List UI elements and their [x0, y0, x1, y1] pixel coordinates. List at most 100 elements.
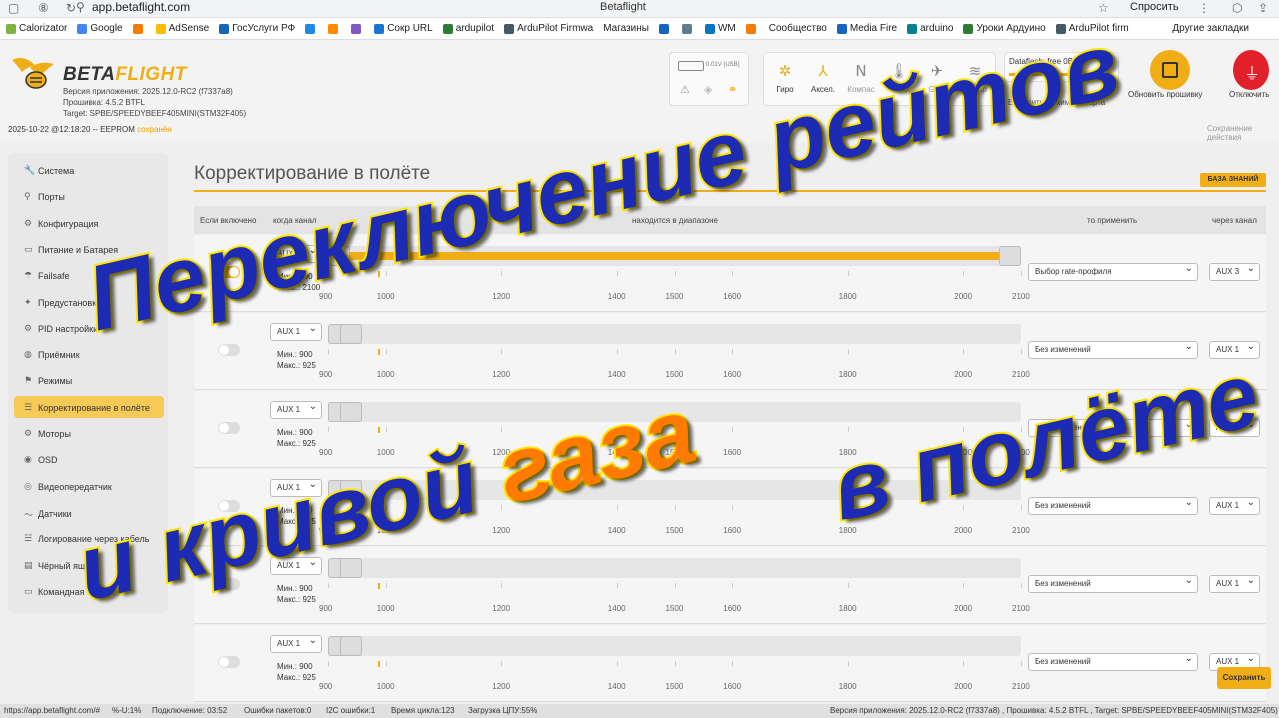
range-handle-max[interactable] [340, 636, 362, 656]
sidebar-item-parachute[interactable]: ☂ Failsafe [24, 271, 70, 281]
bookmark-item[interactable] [745, 23, 759, 34]
sidebar-item-receiver[interactable]: ◍ Приёмник [24, 350, 80, 360]
bookmark-item[interactable] [351, 23, 364, 34]
bookmark-favicon-icon [442, 23, 453, 34]
scale-tick-mark [963, 583, 965, 588]
link-icon: ⚭ [728, 83, 738, 96]
sidebar-item-label: Корректирование в полёте [38, 402, 150, 413]
range-max: Макс.: 925 [277, 673, 316, 682]
bookmark-item[interactable] [681, 23, 695, 34]
enable-toggle[interactable] [218, 344, 240, 356]
extensions-icon[interactable]: ⬡ [1232, 1, 1242, 15]
save-button[interactable]: Сохранить [1217, 667, 1271, 689]
bookmark-item[interactable]: arduino [907, 23, 953, 34]
channel-position-marker [377, 583, 380, 589]
bookmark-item[interactable]: Calorizator [6, 23, 67, 34]
range-handle-max[interactable] [999, 246, 1021, 266]
toggle-knob [219, 345, 229, 355]
channel-select[interactable]: AUX 1 [270, 633, 322, 653]
bookmark-label: Магазины [603, 23, 649, 34]
bookmark-label: Сообщество [768, 23, 827, 34]
scale-tick-label: 1600 [723, 292, 742, 301]
sidebar-item-wrench[interactable]: 🔧 Система [24, 166, 74, 176]
range-handle-max[interactable] [340, 324, 362, 344]
gyro-icon: ✲ [778, 62, 792, 80]
range-handle-max[interactable] [340, 402, 362, 422]
bookmark-item[interactable]: ArduPilot Firmwa [504, 23, 593, 34]
bookmark-label: ArduPilot Firmwa [517, 23, 594, 34]
sidebar-item-vtx[interactable]: ◎ Видеопередатчик [24, 482, 112, 492]
back-icon[interactable]: ⑧ [38, 1, 49, 15]
update-firmware-label: Обновить прошивку [1128, 90, 1203, 99]
bookmark-favicon-icon [681, 23, 692, 34]
via-channel-select[interactable]: AUX 3 [1209, 261, 1260, 281]
sidebar-item-modes[interactable]: ⚑ Режимы [24, 376, 72, 386]
bookmark-item[interactable] [305, 23, 318, 34]
sidebar-item-label: Моторы [38, 429, 71, 439]
via-channel-select[interactable]: AUX 1 [1209, 573, 1260, 593]
bookmark-item[interactable]: Google [77, 23, 123, 34]
adjustment-function-select[interactable]: Без изменений [1028, 339, 1198, 359]
bookmark-item[interactable]: AdSense [155, 23, 209, 34]
scale-tick-mark [732, 271, 734, 276]
bookmark-favicon-icon [963, 23, 974, 34]
scale-tick-label: 1600 [723, 526, 742, 535]
reload-icon[interactable]: ↻ [66, 1, 76, 15]
bookmark-item[interactable] [132, 23, 146, 34]
scale-tick-label: 1200 [492, 604, 511, 613]
scale-tick-mark [674, 583, 676, 588]
range-slider[interactable] [328, 636, 1021, 656]
adjustment-function-select[interactable]: Без изменений [1028, 573, 1198, 593]
scale-tick-mark [732, 661, 734, 666]
range-slider[interactable] [328, 324, 1021, 344]
ask-button[interactable]: Спросить [1130, 0, 1179, 14]
scale-tick-label: 1500 [665, 604, 684, 613]
scale-tick-mark [385, 661, 387, 666]
wiki-button[interactable]: БАЗА ЗНАНИЙ [1200, 173, 1266, 187]
presets-icon: ✦ [24, 297, 32, 308]
bookmark-label: Сокр URL [387, 23, 433, 34]
bookmark-item[interactable]: ardupilot [442, 23, 494, 34]
bookmark-favicon-icon [219, 23, 230, 34]
channel-select[interactable]: AUX 1 [270, 399, 322, 419]
menu-dots-icon[interactable]: ⋮ [1198, 1, 1210, 15]
bookmark-item[interactable]: Магазины [603, 23, 649, 34]
eeprom-status: 2025-10-22 @12:18:20 -- EEPROM сохранён [8, 125, 172, 134]
disconnect-button[interactable]: ⏚ [1233, 50, 1269, 90]
sidebar-item-pid[interactable]: ⚙ PID настройки [24, 324, 98, 334]
channel-select[interactable]: AUX 1 [270, 321, 322, 341]
bookmark-favicon-icon [305, 23, 316, 34]
bookmark-item[interactable] [658, 23, 672, 34]
sidebar-item-motor[interactable]: ⚙ Моторы [24, 429, 71, 439]
enable-toggle[interactable] [218, 422, 240, 434]
sidebar-item-plug[interactable]: ⚲ Порты [24, 192, 65, 202]
sidebar-item-osd[interactable]: ◉ OSD [24, 455, 58, 465]
via-channel-select[interactable]: AUX 1 [1209, 495, 1260, 515]
other-bookmarks[interactable]: Другие закладки [1172, 23, 1249, 34]
sidebar-item-sensors[interactable]: 〜 Датчики [24, 508, 72, 521]
app-window: ▢ ⑧ ↻ ⚲ app.betaflight.com Betaflight ☆ … [0, 0, 1279, 718]
bookmark-item[interactable]: Media Fire [836, 23, 897, 34]
adjustment-function-select[interactable]: Выбор rate-профиля [1028, 261, 1198, 281]
bookmark-favicon-icon [836, 23, 847, 34]
bookmark-label: Calorizator [19, 23, 68, 34]
bookmark-item[interactable]: WM [704, 23, 736, 34]
scale-tick-label: 2000 [954, 604, 973, 613]
sensors-icon: 〜 [24, 510, 34, 521]
adjustment-function-select[interactable]: Без изменений [1028, 651, 1198, 671]
adjustment-function-select[interactable]: Без изменений [1028, 495, 1198, 515]
address-bar[interactable]: app.betaflight.com [92, 0, 1012, 14]
sidebar-item-sliders[interactable]: ☰ Корректирование в полёте [24, 403, 150, 413]
share-icon[interactable]: ⇪ [1258, 1, 1268, 15]
site-info-icon[interactable]: ⚲ [76, 0, 85, 14]
update-firmware-button[interactable] [1150, 50, 1190, 90]
range-slider[interactable] [328, 558, 1021, 578]
bookmark-item[interactable]: ГосУслуги РФ [219, 23, 295, 34]
sidebar-item-gear[interactable]: ⚙ Конфигурация [24, 219, 98, 229]
bookmark-item[interactable]: Сообщество [769, 23, 827, 34]
enable-toggle[interactable] [218, 656, 240, 668]
tabs-icon[interactable]: ▢ [8, 1, 19, 15]
range-max: Макс.: 925 [277, 439, 316, 448]
bookmark-item[interactable]: Сокр URL [374, 23, 433, 34]
bookmark-item[interactable] [328, 23, 341, 34]
